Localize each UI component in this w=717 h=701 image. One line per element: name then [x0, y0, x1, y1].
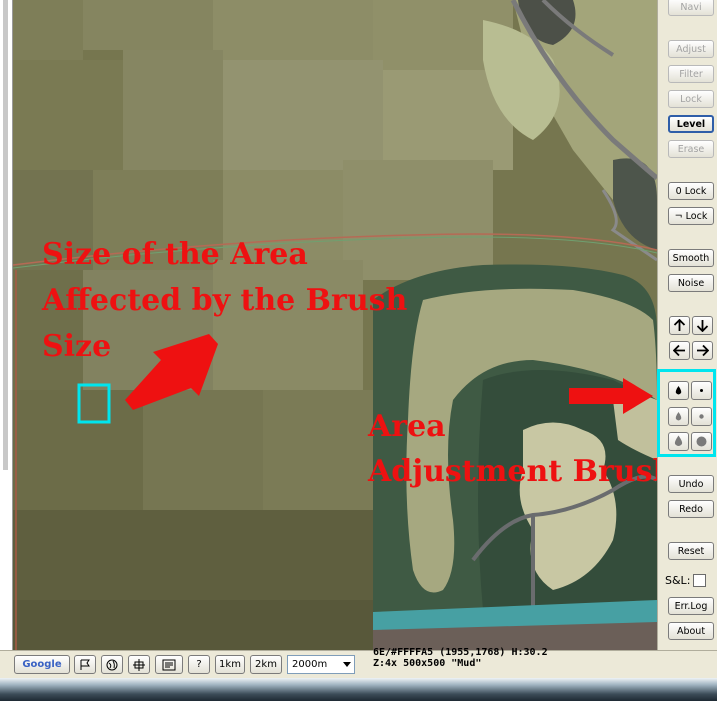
redo-button[interactable]: Redo	[668, 500, 714, 518]
center-button[interactable]	[128, 655, 150, 674]
help-button[interactable]: ?	[188, 655, 210, 674]
zoom-select[interactable]: 2000m	[287, 655, 355, 674]
screen-button[interactable]	[155, 655, 183, 674]
up-arrow-icon	[673, 319, 686, 331]
google-logo: Google	[22, 659, 62, 670]
errlog-button[interactable]: Err.Log	[668, 597, 714, 615]
brush-dot-large-icon	[696, 436, 707, 447]
left-scroll-edge[interactable]	[0, 0, 13, 650]
status-bar: Google ? 1km 2km 2000m 6E/#FFFFA5 (1955,…	[0, 647, 717, 679]
brush-dot-medium-button[interactable]	[691, 407, 712, 426]
up-arrow-button[interactable]	[669, 316, 690, 335]
brush-drop-gray-icon	[675, 412, 682, 421]
sl-checkbox[interactable]	[693, 574, 707, 587]
brush-drop-black-button[interactable]	[668, 381, 689, 400]
smooth-button[interactable]: Smooth	[668, 249, 714, 267]
lock-button[interactable]: Lock	[668, 90, 714, 108]
erase-button[interactable]: Erase	[668, 140, 714, 158]
flag-button[interactable]	[74, 655, 96, 674]
terrain-map-view[interactable]	[13, 0, 657, 650]
zoom-2km-button[interactable]: 2km	[250, 655, 282, 674]
undo-button[interactable]: Undo	[668, 475, 714, 493]
reset-button[interactable]: Reset	[668, 542, 714, 560]
left-arrow-icon	[673, 344, 685, 357]
left-arrow-button[interactable]	[669, 341, 690, 360]
zero-lock-button[interactable]: 0 Lock	[668, 182, 714, 200]
chevron-down-icon	[343, 662, 351, 667]
not-lock-button[interactable]: ¬ Lock	[668, 207, 714, 225]
flag-icon	[80, 659, 90, 670]
filter-button[interactable]: Filter	[668, 65, 714, 83]
brush-drop-gray-large-icon	[674, 435, 683, 446]
annotation-brush-size-line2: Affected by the Brush	[42, 283, 408, 318]
globe-button[interactable]	[101, 655, 123, 674]
about-button[interactable]: About	[668, 622, 714, 640]
right-toolbar: Navi Adjust Filter Lock Level Erase 0 Lo…	[657, 0, 717, 650]
down-arrow-icon	[696, 320, 709, 332]
zoom-1km-button[interactable]: 1km	[215, 655, 245, 674]
brush-dot-small-icon	[700, 389, 703, 392]
desktop-background	[0, 678, 717, 701]
brush-dot-small-button[interactable]	[691, 381, 712, 400]
adjust-button[interactable]: Adjust	[668, 40, 714, 58]
annotation-brush-size-line1: Size of the Area	[42, 237, 308, 272]
brush-drop-gray-large-button[interactable]	[668, 432, 689, 451]
right-arrow-button[interactable]	[692, 341, 713, 360]
down-arrow-button[interactable]	[692, 316, 713, 335]
level-button[interactable]: Level	[668, 115, 714, 133]
sl-toggle[interactable]: S&L:	[665, 574, 707, 587]
navi-button[interactable]: Navi	[668, 0, 714, 16]
brush-drop-gray-button[interactable]	[668, 407, 689, 426]
coords-readout: 6E/#FFFFA5 (1955,1768) H:30.2	[373, 647, 548, 658]
brush-drop-black-icon	[675, 386, 682, 395]
right-arrow-icon	[697, 344, 709, 357]
brush-dot-medium-icon	[699, 414, 704, 419]
crosshair-icon	[133, 658, 145, 671]
globe-icon	[106, 659, 118, 670]
sl-label: S&L:	[665, 574, 691, 587]
tile-info-readout: Z:4x 500x500 "Mud"	[373, 658, 482, 669]
annotation-brush-size-line3: Size	[42, 329, 112, 364]
screen-icon	[162, 659, 176, 670]
noise-button[interactable]: Noise	[668, 274, 714, 292]
google-button[interactable]: Google	[14, 655, 70, 674]
brush-dot-large-button[interactable]	[691, 432, 712, 451]
scroll-track[interactable]	[3, 0, 8, 470]
annotation-brushes-line1: Area	[368, 409, 446, 444]
terrain-map-canvas[interactable]	[13, 0, 657, 650]
zoom-select-value: 2000m	[292, 659, 328, 670]
